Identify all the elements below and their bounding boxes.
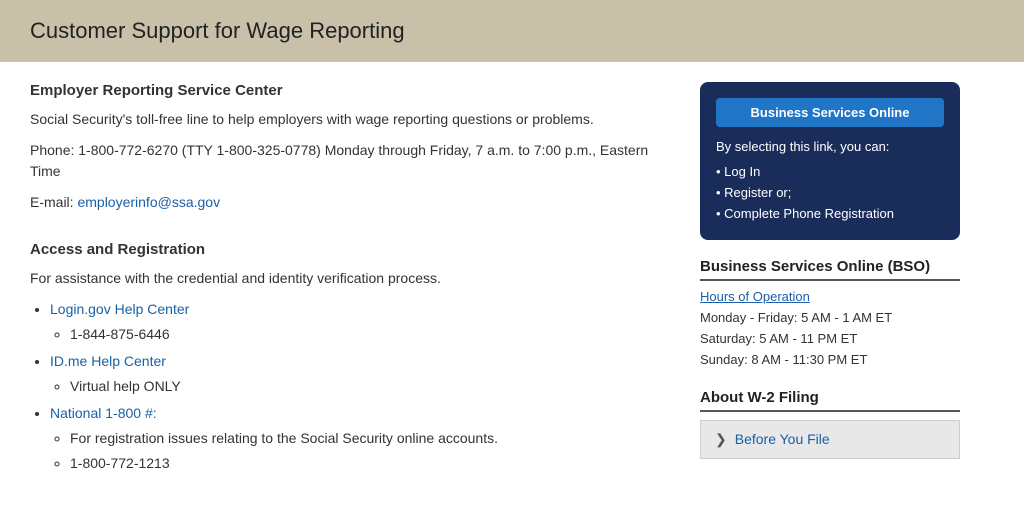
w2-section-title: About W-2 Filing: [700, 389, 960, 406]
w2-divider: [700, 410, 960, 412]
hours-sunday: Sunday: 8 AM - 11:30 PM ET: [700, 350, 960, 371]
idme-link[interactable]: ID.me Help Center: [50, 353, 166, 369]
access-description: For assistance with the credential and i…: [30, 268, 670, 289]
bso-hours-section: Business Services Online (BSO) Hours of …: [700, 258, 960, 370]
bso-hours: Monday - Friday: 5 AM - 1 AM ET Saturday…: [700, 308, 960, 370]
hours-saturday: Saturday: 5 AM - 11 PM ET: [700, 329, 960, 350]
chevron-right-icon: ❯: [715, 431, 727, 448]
access-section: Access and Registration For assistance w…: [30, 241, 670, 474]
national800-link[interactable]: National 1-800 #:: [50, 405, 157, 421]
bso-option-phone: Complete Phone Registration: [716, 204, 944, 225]
bso-button[interactable]: Business Services Online: [716, 98, 944, 127]
employer-phone: Phone: 1-800-772-6270 (TTY 1-800-325-077…: [30, 140, 670, 182]
page-title: Customer Support for Wage Reporting: [30, 18, 994, 44]
main-content: Employer Reporting Service Center Social…: [30, 82, 670, 502]
list-item: National 1-800 #: For registration issue…: [50, 403, 670, 474]
bso-divider: [700, 279, 960, 281]
bso-card-description: By selecting this link, you can:: [716, 139, 944, 154]
sidebar: Business Services Online By selecting th…: [700, 82, 960, 502]
employer-section: Employer Reporting Service Center Social…: [30, 82, 670, 213]
bso-section-title: Business Services Online (BSO): [700, 258, 960, 275]
access-section-title: Access and Registration: [30, 241, 670, 258]
employer-email-link[interactable]: employerinfo@ssa.gov: [77, 194, 220, 210]
national800-description: For registration issues relating to the …: [70, 428, 670, 449]
page-header: Customer Support for Wage Reporting: [0, 0, 1024, 62]
bso-card: Business Services Online By selecting th…: [700, 82, 960, 240]
page-body: Employer Reporting Service Center Social…: [0, 62, 1024, 522]
access-list: Login.gov Help Center 1-844-875-6446 ID.…: [50, 299, 670, 474]
bso-option-login: Log In: [716, 162, 944, 183]
list-item: Login.gov Help Center 1-844-875-6446: [50, 299, 670, 345]
bso-card-options: Log In Register or; Complete Phone Regis…: [716, 162, 944, 224]
bso-option-register: Register or;: [716, 183, 944, 204]
logingov-link[interactable]: Login.gov Help Center: [50, 301, 189, 317]
employer-description: Social Security's toll-free line to help…: [30, 109, 670, 130]
logingov-phone: 1-844-875-6446: [70, 324, 670, 345]
national800-phone: 1-800-772-1213: [70, 453, 670, 474]
w2-section: About W-2 Filing ❯ Before You File: [700, 389, 960, 459]
hours-mon-fri: Monday - Friday: 5 AM - 1 AM ET: [700, 308, 960, 329]
list-item: ID.me Help Center Virtual help ONLY: [50, 351, 670, 397]
before-you-file-accordion[interactable]: ❯ Before You File: [700, 420, 960, 459]
employer-section-title: Employer Reporting Service Center: [30, 82, 670, 99]
hours-of-operation-link[interactable]: Hours of Operation: [700, 289, 960, 304]
email-label: E-mail:: [30, 194, 77, 210]
idme-virtual: Virtual help ONLY: [70, 376, 670, 397]
employer-email-line: E-mail: employerinfo@ssa.gov: [30, 192, 670, 213]
before-you-file-link[interactable]: Before You File: [735, 431, 830, 447]
